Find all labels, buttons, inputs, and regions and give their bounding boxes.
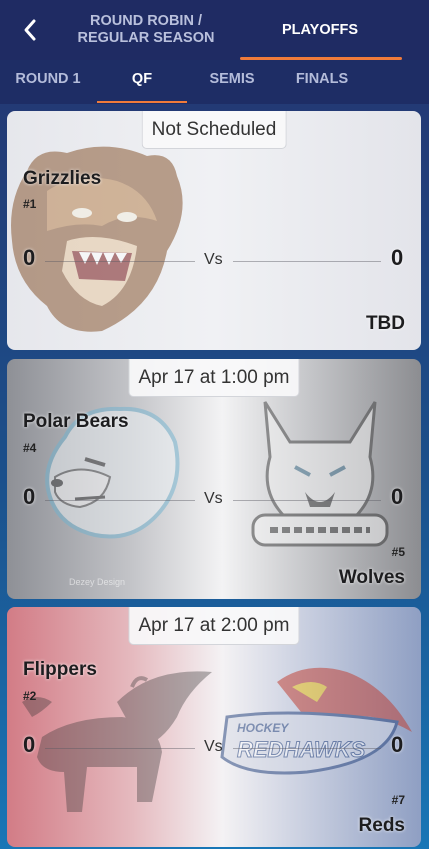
wolf-logo-icon <box>251 401 389 547</box>
game-status: Apr 17 at 2:00 pm <box>128 607 300 645</box>
logo-credit: Dezey Design <box>69 577 126 587</box>
tab-round-1-label: ROUND 1 <box>15 71 81 87</box>
tab-round-robin-line2: REGULAR SEASON <box>77 30 215 46</box>
away-team-name: TBD <box>365 313 405 334</box>
home-team-seed: #4 <box>23 441 37 455</box>
vs-divider-right <box>233 261 381 262</box>
home-team-seed: #1 <box>23 197 37 211</box>
away-team-name: Reds <box>358 815 405 836</box>
vs-label: Vs <box>204 490 223 507</box>
tab-finals-label: FINALS <box>295 71 349 87</box>
game-card[interactable]: HOCKEY REDHAWKS Apr 17 at 2:00 pm Flippe… <box>7 607 421 847</box>
top-navigation-bar: ROUND ROBIN / REGULAR SEASON PLAYOFFS <box>0 0 429 60</box>
tab-finals[interactable]: FINALS <box>277 60 367 104</box>
home-team-score: 0 <box>23 732 36 757</box>
vs-divider-left <box>45 500 195 501</box>
game-status: Apr 17 at 1:00 pm <box>128 359 300 397</box>
tab-qf[interactable]: QF <box>97 60 187 104</box>
back-button[interactable] <box>0 0 60 60</box>
home-team-name: Flippers <box>23 659 97 680</box>
tab-round-robin-line1: ROUND ROBIN / <box>90 13 202 29</box>
tab-playoffs-label: PLAYOFFS <box>281 21 358 38</box>
redhawk-logo-main-text: REDHAWKS <box>237 737 366 762</box>
tab-semis-label: SEMIS <box>209 71 255 87</box>
tab-qf-label: QF <box>131 71 153 87</box>
vs-divider-left <box>45 261 195 262</box>
home-team-score: 0 <box>23 484 36 509</box>
redhawk-logo-top-text: HOCKEY <box>237 721 289 735</box>
tab-playoffs[interactable]: PLAYOFFS <box>234 0 406 60</box>
round-tabs-bar: ROUND 1 QF SEMIS FINALS <box>0 60 429 104</box>
vs-divider-right <box>233 748 381 749</box>
vs-label: Vs <box>204 738 223 755</box>
winged-bull-logo-icon <box>22 671 212 812</box>
chevron-left-icon <box>24 19 36 41</box>
game-card[interactable]: Apr 17 at 1:00 pm Polar Bears #4 0 Vs 0 … <box>7 359 421 599</box>
tab-semis[interactable]: SEMIS <box>187 60 277 104</box>
away-team-score: 0 <box>391 245 404 270</box>
away-team-name: Wolves <box>338 567 405 588</box>
away-team-score: 0 <box>391 732 404 757</box>
home-team-seed: #2 <box>23 689 37 703</box>
vs-divider-right <box>233 500 381 501</box>
redhawk-logo-icon: HOCKEY REDHAWKS <box>220 667 412 775</box>
home-team-score: 0 <box>23 245 36 270</box>
away-team-score: 0 <box>391 484 404 509</box>
vs-label: Vs <box>204 251 223 268</box>
home-team-name: Grizzlies <box>23 168 102 189</box>
tab-round-robin-regular-season[interactable]: ROUND ROBIN / REGULAR SEASON <box>60 0 232 60</box>
tab-round-1[interactable]: ROUND 1 <box>0 60 96 104</box>
away-team-seed: #7 <box>391 793 405 807</box>
grizzly-bear-logo-icon <box>11 146 183 332</box>
vs-divider-left <box>45 748 195 749</box>
home-team-name: Polar Bears <box>23 411 129 432</box>
game-status: Not Scheduled <box>141 111 287 149</box>
game-card[interactable]: Not Scheduled Grizzlies #1 0 Vs 0 TBD <box>7 111 421 350</box>
away-team-seed: #5 <box>391 545 405 559</box>
